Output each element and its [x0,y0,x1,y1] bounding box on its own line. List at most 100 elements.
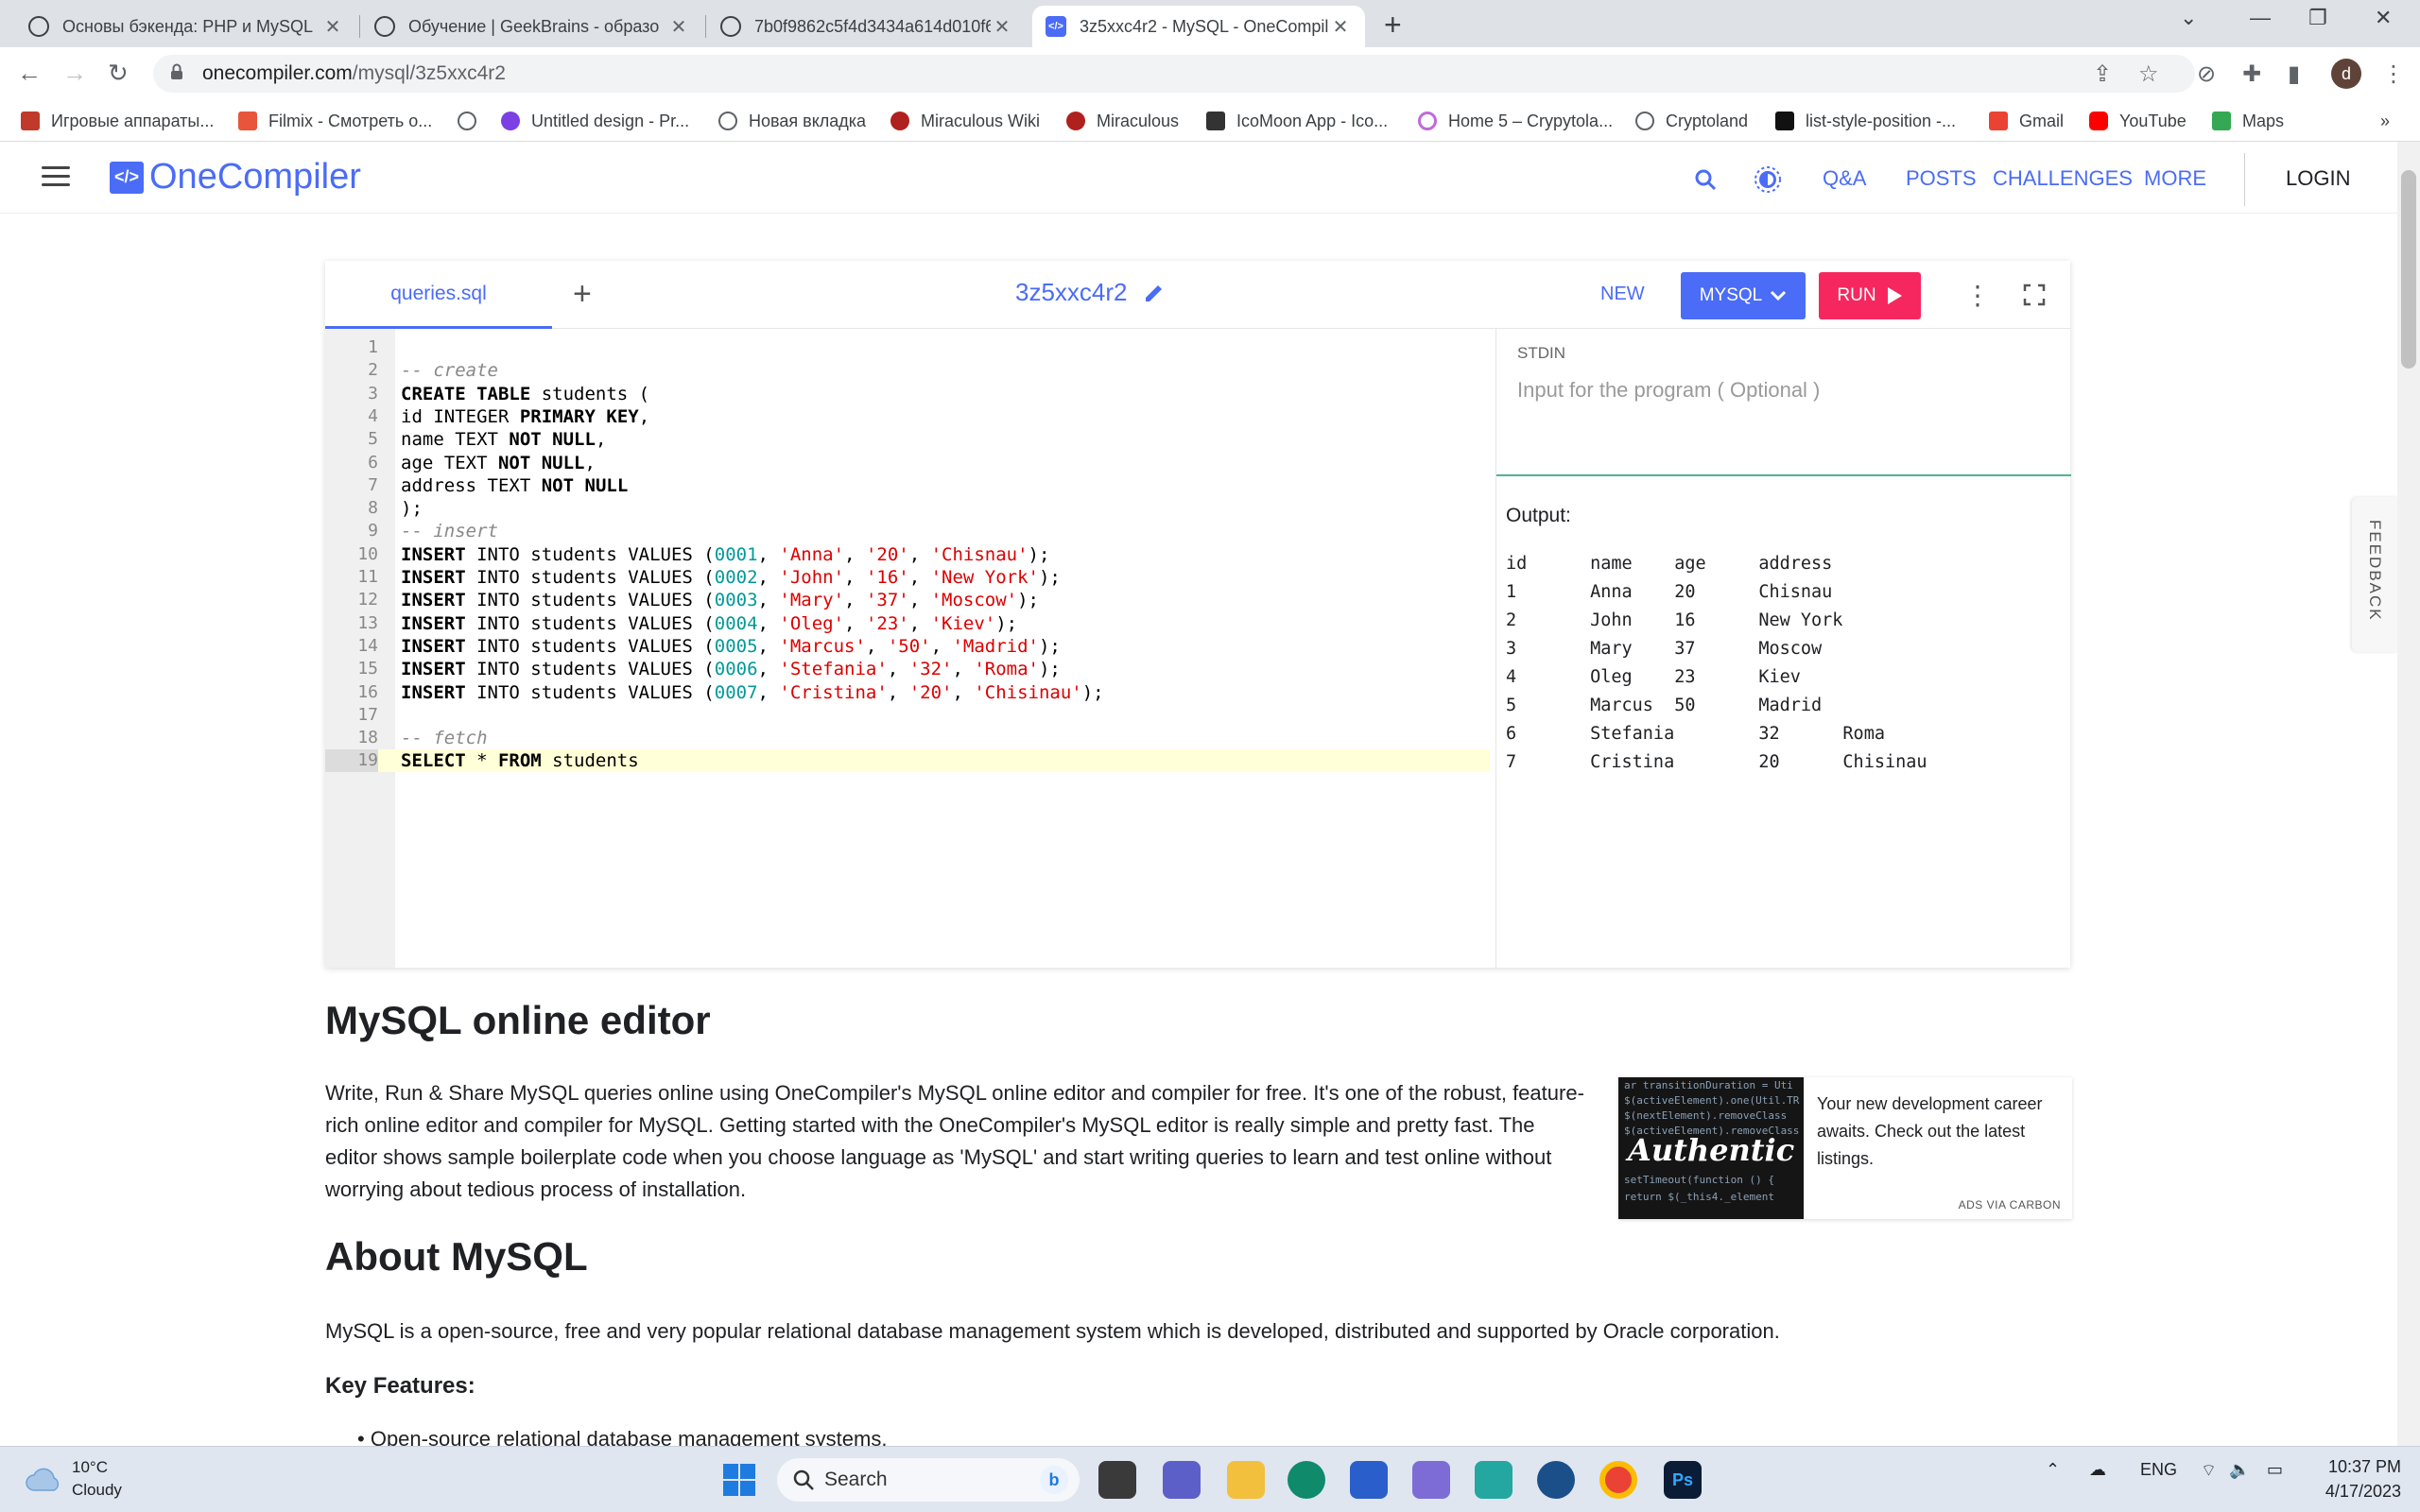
code-line[interactable]: 13 INSERT INTO students VALUES (0004, 'Ol… [325,612,1490,635]
nav-posts[interactable]: POSTS [1906,166,1977,191]
share-icon[interactable]: ⇪ [2093,60,2112,88]
site-logo[interactable]: </> OneCompiler [110,157,361,198]
reload-button[interactable]: ↻ [108,59,129,88]
profile-avatar[interactable]: d [2331,59,2361,89]
nav-more[interactable]: MORE [2144,166,2206,191]
code-line[interactable]: 4 id INTEGER PRIMARY KEY, [325,405,1490,428]
bookmark-youtube[interactable]: YouTube [2089,108,2187,134]
code-line[interactable]: 5 name TEXT NOT NULL, [325,428,1490,451]
page-scrollbar[interactable] [2397,142,2420,1446]
close-icon[interactable]: ✕ [991,15,1013,39]
restore-button[interactable]: ❐ [2308,6,2327,30]
puzzle-icon[interactable]: ✚ [2242,60,2261,88]
close-icon[interactable]: ✕ [321,15,344,39]
language-indicator[interactable]: ENG [2140,1460,2177,1480]
task-view-icon[interactable] [1098,1461,1136,1499]
close-window-button[interactable]: ✕ [2375,6,2392,30]
new-tab-button[interactable]: + [1384,8,1402,43]
file-explorer-icon[interactable] [1227,1461,1265,1499]
taskbar-search[interactable]: Search b [777,1458,1080,1502]
more-options-icon[interactable]: ⋮ [1964,280,1991,311]
close-icon[interactable]: ✕ [1329,15,1352,39]
tray-overflow-icon[interactable]: ⌃ [2046,1460,2060,1480]
photoshop-icon[interactable]: Ps [1664,1461,1702,1499]
code-line[interactable]: 19 SELECT * FROM students [325,749,1490,773]
store-icon[interactable] [1350,1461,1388,1499]
close-icon[interactable]: ✕ [667,15,690,39]
code-line[interactable]: 18 -- fetch [325,727,1490,749]
side-panel-icon[interactable]: ▮ [2288,60,2300,88]
add-file-button[interactable]: + [573,276,592,313]
code-line[interactable]: 2 -- create [325,359,1490,382]
bookmark-item[interactable]: Filmix - Смотреть о... [238,108,432,134]
tab-search-icon[interactable]: ⌄ [2180,6,2197,30]
theme-toggle-icon[interactable] [1754,166,1781,193]
browser-tab[interactable]: Основы бэкенда: PHP и MySQL ✕ [15,6,357,47]
scrollbar-thumb[interactable] [2401,170,2416,369]
code-line[interactable]: 16 INSERT INTO students VALUES (0007, 'Cr… [325,681,1490,704]
bookmark-item[interactable] [458,108,488,134]
app-icon[interactable] [1475,1461,1512,1499]
code-line[interactable]: 11 INSERT INTO students VALUES (0002, 'Jo… [325,566,1490,589]
clock[interactable]: 10:37 PM 4/17/2023 [2307,1454,2401,1503]
search-icon[interactable] [1694,168,1717,191]
code-line[interactable]: 3 CREATE TABLE students ( [325,383,1490,405]
code-line[interactable]: 8); [325,497,1490,520]
feedback-tab[interactable]: FEEDBACK [2352,497,2397,652]
code-line[interactable]: 15 INSERT INTO students VALUES (0006, 'St… [325,658,1490,680]
code-title[interactable]: 3z5xxc4r2 [1015,278,1166,307]
bookmark-gmail[interactable]: Gmail [1989,108,2064,134]
fullscreen-icon[interactable] [2023,284,2046,306]
code-line[interactable]: 17 [325,704,1490,727]
code-line[interactable]: 1 [325,336,1490,359]
browser-tab[interactable]: Обучение | GeekBrains - образо ✕ [361,6,703,47]
start-button-icon[interactable] [723,1464,755,1496]
file-tab[interactable]: queries.sql [325,261,552,329]
code-line[interactable]: 6 age TEXT NOT NULL, [325,452,1490,474]
code-line[interactable]: 9 -- insert [325,520,1490,542]
wifi-icon[interactable]: ⌔ [2201,1460,2217,1482]
app-icon[interactable] [1412,1461,1450,1499]
bookmark-item[interactable]: Игровые аппараты... [21,108,214,134]
code-editor[interactable]: 1 2 -- create 3 CREATE TABLE students (4 id I… [325,329,1490,968]
ad-via-label[interactable]: ADS VIA CARBON [1959,1198,2061,1211]
code-line[interactable]: 14 INSERT INTO students VALUES (0005, 'Ma… [325,635,1490,658]
language-select[interactable]: MYSQL [1681,272,1806,319]
stdin-input[interactable]: Input for the program ( Optional ) [1517,378,1820,403]
battery-icon[interactable]: ▭ [2267,1460,2283,1480]
nav-qa[interactable]: Q&A [1823,166,1866,191]
bookmark-star-icon[interactable]: ☆ [2138,60,2159,88]
bookmark-item[interactable]: Home 5 – Crypytola... [1418,108,1613,134]
code-line[interactable]: 10 INSERT INTO students VALUES (0001, 'An… [325,543,1490,566]
bookmark-item[interactable]: Miraculous Wiki [890,108,1040,134]
forward-button[interactable]: → [62,59,87,88]
nav-challenges[interactable]: CHALLENGES [1993,166,2133,191]
run-button[interactable]: RUN [1819,272,1921,319]
bookmark-item[interactable]: Miraculous [1066,108,1179,134]
bookmark-item[interactable]: IcoMoon App - Ico... [1206,108,1388,134]
extension-icon[interactable]: ⊘ [2197,60,2216,88]
bookmark-maps[interactable]: Maps [2212,108,2284,134]
onedrive-icon[interactable]: ☁ [2089,1460,2106,1480]
edge-icon[interactable] [1288,1461,1325,1499]
address-bar[interactable]: onecompiler.com/mysql/3z5xxc4r2 [153,55,2195,93]
bookmark-item[interactable]: Новая вкладка [718,108,866,134]
pencil-edit-icon[interactable] [1143,282,1166,304]
bookmark-item[interactable]: Cryptoland [1635,108,1748,134]
weather-widget[interactable]: 10°C Cloudy [25,1456,122,1502]
browser-tab[interactable]: 7b0f9862c5f4d3434a614d010f65 ✕ [707,6,1027,47]
code-line[interactable]: 7 address TEXT NOT NULL [325,474,1490,497]
bookmark-item[interactable]: Untitled design - Pr... [501,108,689,134]
chrome-icon[interactable] [1599,1461,1637,1499]
volume-icon[interactable]: 🔈 [2229,1460,2250,1480]
hamburger-menu-icon[interactable] [42,166,70,187]
login-link[interactable]: LOGIN [2286,166,2350,191]
menu-kebab-icon[interactable]: ⋮ [2382,60,2405,88]
code-line[interactable]: 12 INSERT INTO students VALUES (0003, 'Ma… [325,589,1490,611]
app-icon[interactable] [1537,1461,1575,1499]
carbon-ad[interactable]: ar transitionDuration = Uti $(activeElem… [1618,1077,2072,1219]
teams-icon[interactable] [1163,1461,1201,1499]
new-button[interactable]: NEW [1600,284,1645,305]
bookmark-item[interactable]: list-style-position -... [1775,108,1956,134]
bookmarks-overflow-icon[interactable]: » [2380,108,2390,134]
